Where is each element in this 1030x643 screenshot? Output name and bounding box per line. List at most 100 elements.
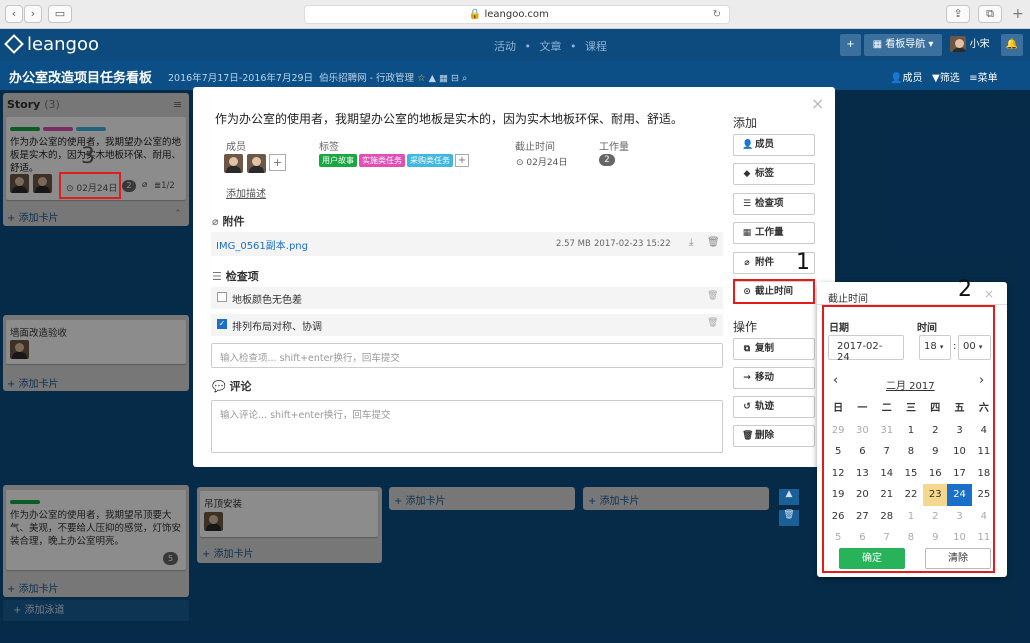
delete-button[interactable]: 🗑 删除 <box>733 425 815 447</box>
nav-courses[interactable]: 课程 <box>585 40 607 53</box>
nav-separator: • <box>524 40 532 53</box>
datepicker-title: 截止时间 <box>828 294 868 305</box>
highlight-box <box>733 279 815 304</box>
tag-user-story[interactable]: 用户故事 <box>319 154 357 167</box>
checkbox-checked[interactable]: ✓ <box>217 319 227 329</box>
tag-icon: ◆ <box>743 169 751 179</box>
close-icon[interactable]: × <box>984 287 994 301</box>
comments-header: 💬 评论 <box>212 378 252 394</box>
members-label: 成员 <box>226 142 246 153</box>
checklist-text[interactable]: 排列布局对称、协调 <box>232 318 322 333</box>
add-tag-icon[interactable]: + <box>455 154 469 167</box>
button-label: 删除 <box>755 430 775 441</box>
button-label: 轨迹 <box>755 401 775 412</box>
board-nav-label: 看板导航 <box>885 39 926 50</box>
share-icon[interactable]: ⇪ <box>946 5 970 23</box>
arrow-up-icon[interactable]: ▲ <box>779 489 799 505</box>
add-description-link[interactable]: 添加描述 <box>226 185 266 200</box>
button-label: 成员 <box>755 139 775 150</box>
due-value[interactable]: ⊙ 02月24日 <box>516 155 567 168</box>
trash-icon[interactable]: 🗑 <box>779 510 799 526</box>
history-button[interactable]: ↺ 轨迹 <box>733 396 815 418</box>
bell-icon[interactable]: 🔔 <box>1001 34 1023 56</box>
menu-button[interactable]: ≡菜单 <box>969 73 997 84</box>
copy-button[interactable]: ⧉ 复制 <box>733 338 815 360</box>
board-actions: 👤成员 ▼筛选 ≡菜单 <box>890 69 998 84</box>
arrow-right-icon: → <box>743 373 751 383</box>
table-icon[interactable]: ▦ <box>439 73 448 84</box>
menu-label: 菜单 <box>977 73 998 84</box>
attachment-date: 2017-02-23 15:22 <box>594 239 671 249</box>
nav-articles[interactable]: 文章 <box>540 40 562 53</box>
attachment-name[interactable]: IMG_0561副本.png <box>216 237 308 252</box>
board-title: 办公室改造项目任务看板 <box>9 71 153 86</box>
avatar[interactable] <box>246 154 266 173</box>
nav-separator: • <box>570 40 577 53</box>
add-member-button[interactable]: 👤 成员 <box>733 134 815 156</box>
highlight-box <box>59 172 121 199</box>
board-nav-button[interactable]: ▦ 看板导航 ▾ <box>864 34 942 56</box>
reload-icon[interactable]: ↻ <box>713 6 721 24</box>
checklist-icon: ☰ <box>742 199 752 209</box>
avatar[interactable] <box>224 154 243 173</box>
trash-icon[interactable]: 🗑 <box>707 318 718 328</box>
add-icon[interactable]: + <box>840 34 861 56</box>
checklist-text[interactable]: 地板颜色无色差 <box>232 291 302 306</box>
annotation-number: 2 <box>958 277 972 302</box>
attachment-row: IMG_0561副本.png 2.57 MB 2017-02-23 15:22 … <box>211 232 723 256</box>
app-logo[interactable]: leangoo <box>4 34 99 55</box>
nav-activity[interactable]: 活动 <box>494 40 516 53</box>
forward-button[interactable]: › <box>24 5 42 23</box>
due-label: 截止时间 <box>515 142 555 153</box>
back-button[interactable]: ‹ <box>5 5 23 23</box>
modal-members: + <box>224 154 286 176</box>
tag-implement[interactable]: 实施类任务 <box>359 154 405 167</box>
annotation-number: 3 <box>81 144 95 169</box>
highlight-box <box>822 305 995 573</box>
new-tab-icon[interactable]: + <box>1012 6 1024 22</box>
members-label: 成员 <box>902 73 923 84</box>
chart-icon[interactable]: ▲ <box>429 73 436 84</box>
checklist-input[interactable]: 输入检查项... shift+enter换行，回车提交 <box>211 343 723 368</box>
board-dates: 2016年7月17日-2016年7月29日 <box>168 73 314 84</box>
tag-list: 用户故事 实施类任务 采购类任务 + <box>319 153 469 167</box>
user-name: 小宋 <box>969 39 990 50</box>
address-bar[interactable]: 🔒 leangoo.com ↻ <box>304 5 730 24</box>
grid-icon: ▦ <box>872 39 886 50</box>
filter-button[interactable]: ▼筛选 <box>932 73 960 84</box>
archive-icon[interactable]: ⊟ <box>451 73 459 84</box>
list-icon: ☰ <box>212 270 226 283</box>
comments-title: 评论 <box>229 380 252 393</box>
clock-icon: ⊙ <box>516 158 524 168</box>
add-tag-button[interactable]: ◆ 标签 <box>733 163 815 185</box>
trash-icon[interactable]: 🗑 <box>707 237 720 248</box>
user-menu[interactable]: 小宋 <box>945 34 995 56</box>
star-icon[interactable]: ☆ <box>417 73 426 84</box>
url-text: leangoo.com <box>484 9 549 20</box>
tabs-icon[interactable]: ⧉ <box>978 5 1002 23</box>
button-label: 移动 <box>755 372 775 383</box>
comment-input[interactable]: 输入评论... shift+enter换行，回车提交 <box>211 400 723 453</box>
checkbox[interactable] <box>217 292 227 302</box>
sidebar-toggle-icon[interactable]: ▭ <box>48 5 72 23</box>
members-button[interactable]: 👤成员 <box>890 73 922 84</box>
attachment-size: 2.57 MB <box>556 239 591 249</box>
move-button[interactable]: → 移动 <box>733 367 815 389</box>
comment-icon: 💬 <box>212 380 230 393</box>
add-checklist-button[interactable]: ☰ 检查项 <box>733 193 815 215</box>
trash-icon[interactable]: 🗑 <box>707 291 718 301</box>
due-text: 02月24日 <box>526 158 568 168</box>
add-workload-button[interactable]: ▦ 工作量 <box>733 222 815 244</box>
button-label: 附件 <box>755 257 775 268</box>
checklist-header: ☰ 检查项 <box>212 268 259 284</box>
close-icon[interactable]: × <box>811 94 824 113</box>
trash-icon: 🗑 <box>742 431 754 441</box>
work-badge[interactable]: 2 <box>599 154 615 166</box>
history-icon: ↺ <box>743 402 751 412</box>
tags-label: 标签 <box>319 142 339 153</box>
tag-purchase[interactable]: 采购类任务 <box>407 154 453 167</box>
download-icon[interactable]: ⤓ <box>689 237 693 248</box>
card-title[interactable]: 作为办公室的使用者，我期望办公室的地板是实木的，因为实木地板环保、耐用、舒适。 <box>215 110 725 127</box>
add-member-icon[interactable]: + <box>269 154 286 171</box>
search-icon[interactable]: ⌕ <box>462 73 467 84</box>
